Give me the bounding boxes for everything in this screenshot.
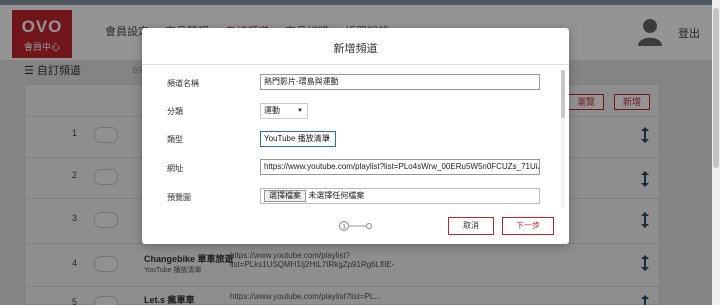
type-label: 類型: [167, 135, 183, 144]
category-select-value: 運動: [264, 106, 280, 115]
file-status-text: 未選擇任何檔案: [308, 191, 365, 200]
category-label: 分類: [167, 107, 183, 116]
url-label: 網址: [167, 164, 183, 173]
type-select-value: YouTube 播放清單: [264, 134, 330, 143]
chevron-down-icon: ▼: [297, 108, 303, 114]
chevron-down-icon: ▼: [325, 136, 331, 142]
url-input[interactable]: https://www.youtube.com/playlist?list=PL…: [260, 159, 540, 175]
preview-image-label: 預覽圖: [167, 193, 191, 202]
page-scrollbar-thumb[interactable]: [713, 8, 719, 168]
category-select[interactable]: 運動 ▼: [260, 103, 308, 119]
dialog-scrollbar-thumb[interactable]: [561, 70, 565, 118]
channel-name-input[interactable]: 熱門影片-環島與運動: [260, 74, 540, 90]
dialog-title: 新增頻道: [333, 43, 378, 55]
add-channel-dialog: 新增頻道 頻道名稱 熱門影片-環島與運動 分類 運動 ▼ 類型 YouTube …: [142, 28, 569, 244]
channel-name-label: 頻道名稱: [167, 79, 199, 88]
dialog-scrollbar[interactable]: [561, 70, 565, 208]
page-scrollbar[interactable]: [712, 0, 720, 305]
dialog-divider: [142, 64, 569, 65]
step-indicator: 1: [339, 221, 372, 231]
next-step-button[interactable]: 下一步: [502, 217, 554, 235]
preview-image-file-input[interactable]: 選擇檔案 未選擇任何檔案: [260, 188, 540, 204]
cancel-button[interactable]: 取消: [448, 217, 494, 235]
type-select[interactable]: YouTube 播放清單 ▼: [260, 131, 336, 147]
choose-file-button[interactable]: 選擇檔案: [264, 190, 306, 202]
